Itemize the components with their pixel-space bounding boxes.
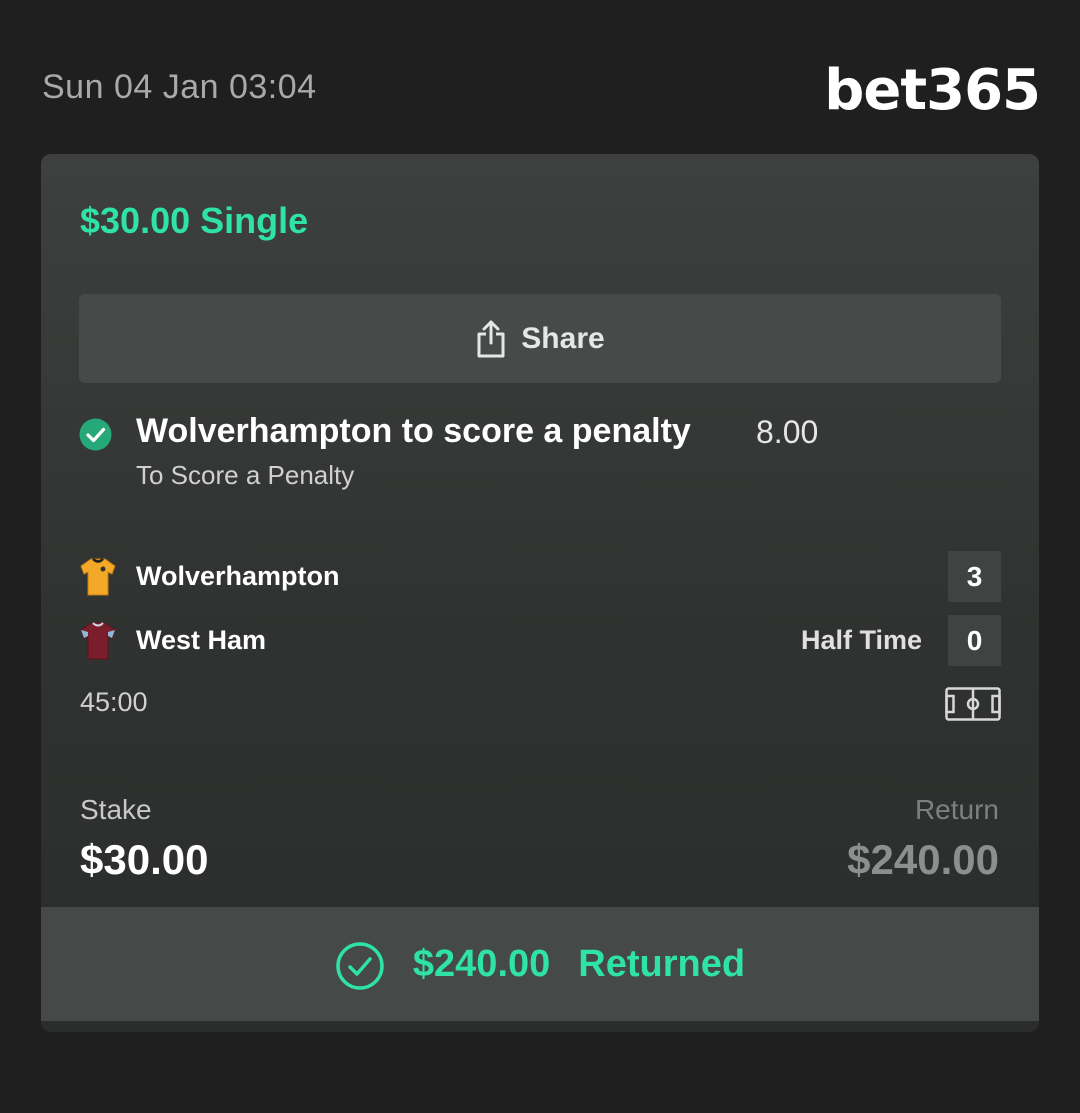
returned-status-text: Returned xyxy=(578,942,746,985)
return-label: Return xyxy=(914,794,999,825)
home-score: 3 xyxy=(948,551,1001,602)
share-label: Share xyxy=(521,321,605,355)
away-team-row: West Ham Half Time 0 xyxy=(79,615,1001,667)
share-icon xyxy=(477,320,505,357)
check-circle-icon xyxy=(79,418,112,451)
market-name: To Score a Penalty xyxy=(136,460,355,490)
pitch-icon[interactable] xyxy=(945,687,1001,721)
stake-label: Stake xyxy=(80,794,152,825)
stake-value: $30.00 xyxy=(80,836,209,883)
return-value: $240.00 xyxy=(847,836,999,883)
bet365-logo: bet365 xyxy=(824,58,1041,123)
wolverhampton-jersey-icon xyxy=(80,558,116,596)
away-score: 0 xyxy=(948,615,1001,666)
home-team-row: Wolverhampton 3 xyxy=(79,551,1001,603)
home-team-name: Wolverhampton xyxy=(136,561,340,591)
west-ham-jersey-icon xyxy=(80,622,116,660)
check-circle-outline-icon xyxy=(336,942,384,990)
bet-title: $30.00 Single xyxy=(80,200,309,241)
match-period: Half Time xyxy=(800,625,922,655)
share-button[interactable]: Share xyxy=(79,294,1001,383)
selection-name: Wolverhampton to score a penalty xyxy=(136,412,691,450)
bet-slip-card: $30.00 Single Share Wolverhampton to sco… xyxy=(41,154,1039,1032)
away-team-name: West Ham xyxy=(136,625,267,655)
selection-odds: 8.00 xyxy=(756,414,819,450)
match-clock: 45:00 xyxy=(80,687,148,717)
returned-amount: $240.00 xyxy=(412,942,551,985)
header-datetime: Sun 04 Jan 03:04 xyxy=(42,68,317,106)
returned-status-bar: $240.00 Returned xyxy=(41,907,1039,1021)
